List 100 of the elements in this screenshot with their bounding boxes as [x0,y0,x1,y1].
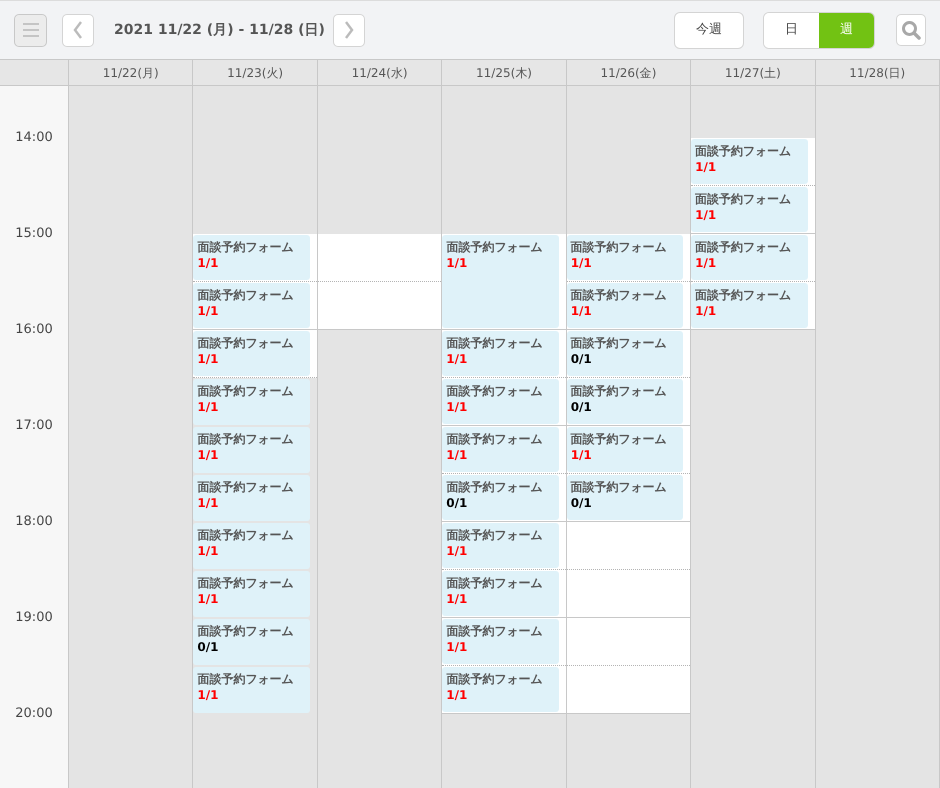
booking-count: 1/1 [197,495,219,512]
menu-button[interactable] [14,14,47,46]
event-title: 面談予約フォーム [197,383,294,399]
event-title: 面談予約フォーム [570,287,667,303]
event-title: 面談予約フォーム [446,239,542,255]
event-title: 面談予約フォーム [695,191,792,207]
event-title: 面談予約フォーム [570,431,667,447]
event-card[interactable]: 面談予約フォーム 0/1 [566,378,690,426]
event-title: 面談予約フォーム [446,335,542,351]
event-card[interactable]: 面談予約フォーム 1/1 [691,234,815,282]
event-card[interactable]: 面談予約フォーム 1/1 [442,330,566,378]
open-slot[interactable] [318,282,442,330]
event-title: 面談予約フォーム [695,287,792,303]
event-card[interactable]: 面談予約フォーム 1/1 [566,234,690,282]
event-title: 面談予約フォーム [197,479,294,495]
booking-count: 0/1 [570,495,592,512]
event-card[interactable]: 面談予約フォーム 1/1 [442,522,566,570]
event-card[interactable]: 面談予約フォーム 1/1 [442,618,566,666]
booking-count: 0/1 [570,399,592,416]
event-card[interactable]: 面談予約フォーム 1/1 [193,330,317,378]
time-label: 19:00 [15,610,53,626]
event-title: 面談予約フォーム [197,575,294,591]
booking-count: 1/1 [695,207,716,224]
booking-count: 0/1 [197,639,219,656]
booking-count: 1/1 [197,447,219,464]
search-icon [901,20,921,40]
booking-count: 1/1 [446,543,468,560]
this-week-button[interactable]: 今週 [674,12,744,48]
booking-count: 1/1 [446,447,468,464]
event-title: 面談予約フォーム [570,383,667,399]
booking-count: 1/1 [197,687,219,704]
event-title: 面談予約フォーム [197,287,294,303]
event-card[interactable]: 面談予約フォーム 1/1 [442,426,566,474]
day-header: 11/22(月) [102,64,159,82]
open-slot[interactable] [318,234,442,282]
event-card[interactable]: 面談予約フォーム 0/1 [442,474,566,522]
day-header: 11/28(日) [849,64,906,82]
booking-count: 1/1 [446,687,468,704]
date-range: 2021 11/22 (月) - 11/28 (日) [114,20,326,40]
previous-button[interactable] [62,14,94,46]
event-card[interactable]: 面談予約フォーム 1/1 [442,666,566,714]
open-slot[interactable] [566,618,690,666]
open-slot[interactable] [566,666,690,714]
day-header: 11/25(木) [476,64,532,82]
event-card[interactable]: 面談予約フォーム 1/1 [691,186,815,234]
time-label: 16:00 [15,322,53,338]
chevron-left-icon [73,21,83,39]
booking-count: 1/1 [446,255,468,272]
day-header: 11/27(土) [724,64,781,82]
event-title: 面談予約フォーム [197,671,294,687]
event-card[interactable]: 面談予約フォーム 1/1 [442,234,566,330]
event-title: 面談予約フォーム [446,479,542,495]
menu-icon [22,23,38,37]
event-card[interactable]: 面談予約フォーム 0/1 [566,330,690,378]
event-card[interactable]: 面談予約フォーム 1/1 [193,282,317,330]
time-label: 20:00 [15,706,53,722]
event-title: 面談予約フォーム [446,575,542,591]
time-label: 17:00 [15,418,53,434]
booking-count: 1/1 [446,351,468,368]
booking-count: 1/1 [570,255,592,272]
event-card[interactable]: 面談予約フォーム 1/1 [442,570,566,618]
event-card[interactable]: 面談予約フォーム 1/1 [566,282,690,330]
event-title: 面談予約フォーム [197,431,294,447]
booking-count: 0/1 [446,495,468,512]
day-header: 11/23(火) [227,64,284,82]
next-button[interactable] [333,14,365,46]
event-card[interactable]: 面談予約フォーム 1/1 [193,234,317,282]
event-card[interactable]: 面談予約フォーム 1/1 [691,138,815,186]
booking-count: 1/1 [446,639,468,656]
event-card[interactable]: 面談予約フォーム 0/1 [566,474,690,522]
booking-count: 1/1 [197,399,219,416]
booking-count: 1/1 [570,303,592,320]
day-header: 11/24(水) [352,64,408,82]
event-title: 面談予約フォーム [446,431,542,447]
booking-count: 1/1 [197,543,219,560]
booking-count: 1/1 [197,303,219,320]
event-title: 面談予約フォーム [197,239,294,255]
event-title: 面談予約フォーム [446,623,542,639]
event-card[interactable]: 面談予約フォーム 1/1 [566,426,690,474]
event-title: 面談予約フォーム [446,671,542,687]
booking-count: 1/1 [197,591,219,608]
day-header: 11/26(金) [600,64,656,82]
event-title: 面談予約フォーム [695,143,792,159]
event-title: 面談予約フォーム [197,623,294,639]
open-slot[interactable] [566,522,690,570]
event-card[interactable]: 面談予約フォーム 1/1 [691,282,815,330]
event-title: 面談予約フォーム [197,527,294,543]
booking-count: 1/1 [695,159,716,176]
open-slot[interactable] [566,570,690,618]
event-card[interactable]: 面談予約フォーム 1/1 [442,378,566,426]
event-title: 面談予約フォーム [446,383,542,399]
booking-count: 1/1 [570,447,592,464]
booking-count: 1/1 [695,255,716,272]
booking-count: 0/1 [570,351,592,368]
booking-count: 1/1 [695,303,716,320]
booking-count: 1/1 [446,591,468,608]
event-title: 面談予約フォーム [695,239,792,255]
search-button[interactable] [896,14,926,46]
time-label: 14:00 [15,130,53,146]
event-title: 面談予約フォーム [570,335,667,351]
